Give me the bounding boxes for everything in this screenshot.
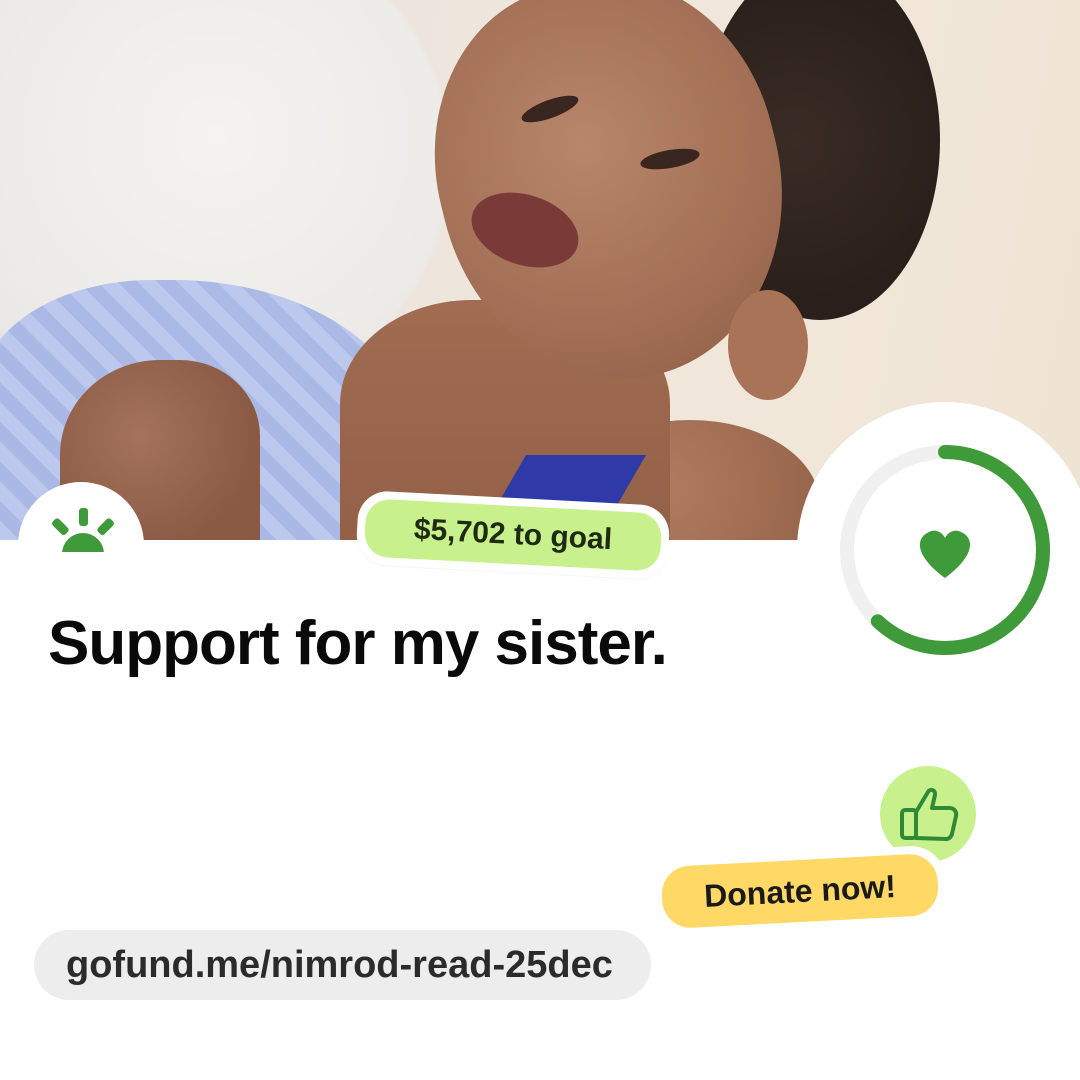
progress-ring-graphic: [840, 445, 1050, 655]
donate-button[interactable]: Donate now!: [652, 844, 948, 938]
gofundme-sunrise-icon: [52, 508, 114, 552]
fundraiser-card: $5,702 to goal Support for my sister. Do…: [0, 0, 1080, 1080]
fundraiser-url[interactable]: gofund.me/nimrod-read-25dec: [34, 930, 651, 1000]
thumbs-up-icon: [900, 787, 959, 841]
goal-label: $5,702 to goal: [363, 498, 663, 572]
progress-ring: [797, 402, 1080, 698]
fundraiser-title: Support for my sister.: [48, 609, 668, 678]
donate-label: Donate now!: [660, 852, 940, 930]
ear: [728, 290, 808, 400]
logo-badge: [18, 482, 144, 608]
heart-icon: [919, 530, 971, 578]
